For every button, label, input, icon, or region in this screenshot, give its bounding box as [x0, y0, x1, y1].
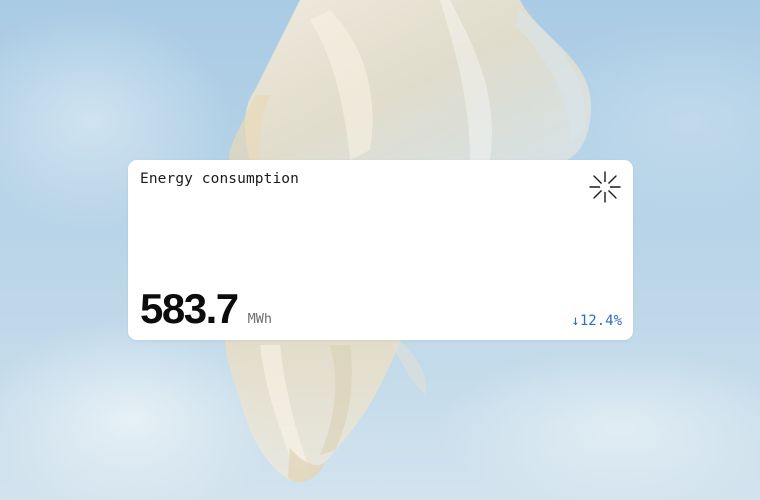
- metric-value-group: 583.7 MWh: [140, 288, 272, 330]
- metric-value: 583.7: [140, 285, 239, 332]
- asterisk-sparkle-icon: [589, 171, 621, 203]
- energy-consumption-card: Energy consumption 583.7 MWh ↓12.4%: [128, 160, 633, 340]
- change-indicator: ↓12.4%: [571, 313, 622, 329]
- card-title: Energy consumption: [140, 171, 299, 187]
- metric-unit: MWh: [247, 311, 272, 327]
